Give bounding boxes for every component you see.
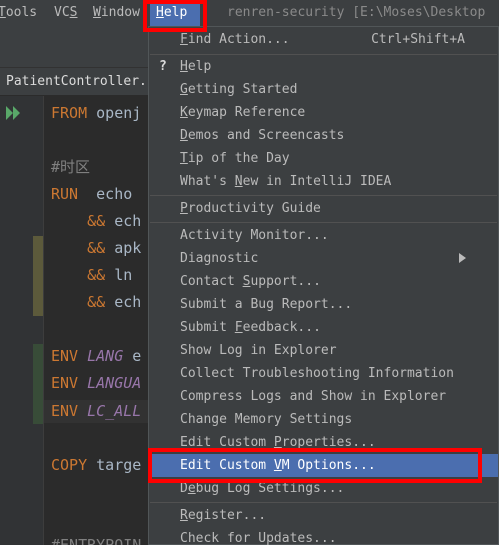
code-line: COPY targe <box>51 456 142 474</box>
menu-separator <box>150 195 497 196</box>
menu-item-diagnostic[interactable]: Diagnostic <box>149 247 498 270</box>
menu-item-getting-started[interactable]: Getting Started <box>149 78 498 101</box>
menu-item-change-memory-settings[interactable]: Change Memory Settings <box>149 408 498 431</box>
editor-gutter <box>0 96 44 545</box>
menu-item-keymap-reference[interactable]: Keymap Reference <box>149 101 498 124</box>
menu-item-register[interactable]: Register... <box>149 504 498 527</box>
highlight-box-help <box>143 0 207 32</box>
change-marker <box>33 236 43 316</box>
code-line: && ech <box>51 212 142 230</box>
menu-item-demos[interactable]: Demos and Screencasts <box>149 124 498 147</box>
code-line: ENV LANG e <box>51 347 142 365</box>
menu-item-activity-monitor[interactable]: Activity Monitor... <box>149 224 498 247</box>
submenu-arrow-icon <box>459 253 466 263</box>
menu-item-check-for-updates[interactable]: Check for Updates... <box>149 527 498 545</box>
change-marker <box>33 344 43 424</box>
code-line: #时区 <box>51 158 91 176</box>
menu-item-productivity-guide[interactable]: Productivity Guide <box>149 197 498 220</box>
menu-item-tip-of-the-day[interactable]: Tip of the Day <box>149 147 498 170</box>
menu-item-compress-logs[interactable]: Compress Logs and Show in Explorer <box>149 385 498 408</box>
menu-item-show-log[interactable]: Show Log in Explorer <box>149 339 498 362</box>
code-line: && apk <box>51 239 142 257</box>
menu-tools[interactable]: Tools <box>0 0 37 26</box>
code-line: ENV LC_ALL <box>51 402 142 420</box>
window-title: renren-security [E:\Moses\Desktop <box>227 5 486 20</box>
shortcut-label: Ctrl+Shift+A <box>371 32 465 47</box>
menu-item-collect-troubleshooting[interactable]: Collect Troubleshooting Information <box>149 362 498 385</box>
menu-separator <box>150 222 497 223</box>
menu-vcs[interactable]: VCS <box>54 0 77 26</box>
highlight-box-vm-options <box>148 448 482 483</box>
question-icon: ? <box>159 59 167 74</box>
code-line: FROM openj <box>51 104 142 122</box>
code-line: && ln <box>51 266 142 284</box>
tab-patient-controller[interactable]: PatientController. <box>0 68 147 96</box>
menu-window[interactable]: Window <box>93 0 140 26</box>
menu-item-submit-feedback[interactable]: Submit Feedback... <box>149 316 498 339</box>
menu-item-contact-support[interactable]: Contact Support... <box>149 270 498 293</box>
code-line: #ENTRYPOIN <box>51 536 142 545</box>
code-line: RUN echo <box>51 185 142 203</box>
menu-item-help[interactable]: ? Help <box>149 55 498 78</box>
code-line: && ech <box>51 293 142 311</box>
run-icon[interactable] <box>6 106 22 120</box>
menu-separator <box>150 502 497 503</box>
code-line: ENV LANGUA <box>51 374 142 392</box>
menu-item-submit-bug-report[interactable]: Submit a Bug Report... <box>149 293 498 316</box>
menu-bar: Tools VCS Window Help renren-security [E… <box>0 0 499 26</box>
menu-item-whats-new[interactable]: What's New in IntelliJ IDEA <box>149 170 498 193</box>
